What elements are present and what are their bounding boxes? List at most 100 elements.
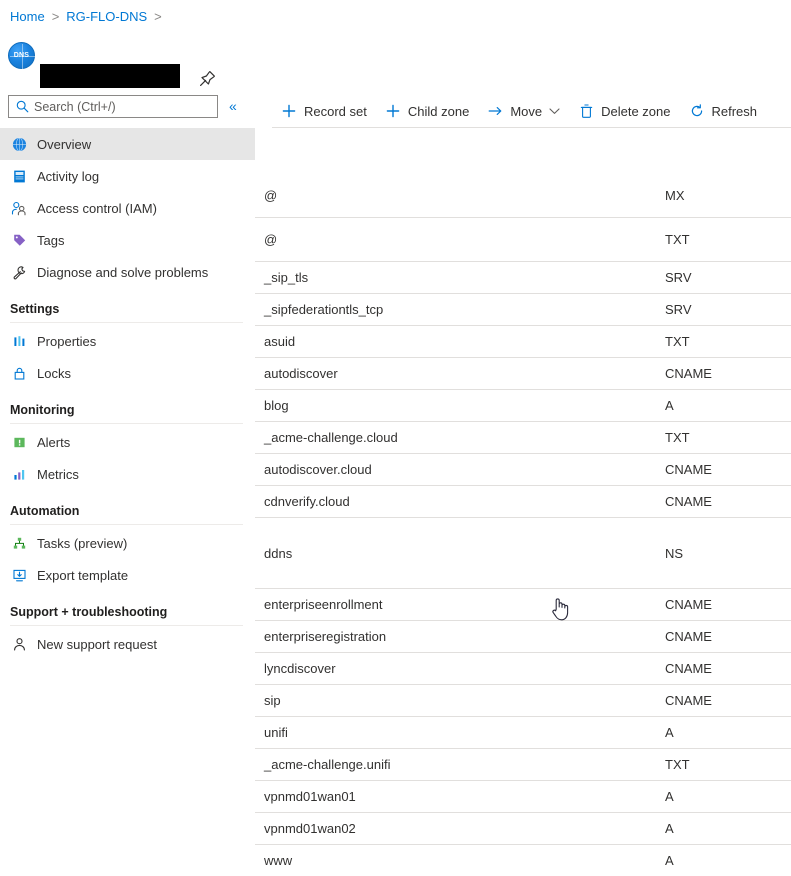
sidebar-section-settings: Settings xyxy=(0,302,255,323)
sidebar-section-title: Automation xyxy=(10,504,80,518)
search-box[interactable] xyxy=(8,95,218,118)
record-type-cell: TXT xyxy=(665,757,690,772)
divider xyxy=(10,423,243,424)
alert-icon xyxy=(10,433,28,451)
record-type-cell: TXT xyxy=(665,232,690,247)
table-row[interactable]: autodiscover.cloud CNAME xyxy=(255,454,791,486)
sidebar-item-label: New support request xyxy=(37,636,157,652)
double-chevron-left-icon[interactable]: « xyxy=(229,97,237,115)
sidebar-item-label: Overview xyxy=(37,136,92,152)
table-row[interactable]: cdnverify.cloud CNAME xyxy=(255,486,791,518)
refresh-icon xyxy=(689,103,705,119)
sidebar-item-label: Alerts xyxy=(37,434,71,450)
dns-record-sets-table: @ MX @ TXT _sip_tls SRV _sipfederationtls_tcp S… xyxy=(255,174,791,876)
sidebar-item-export-template[interactable]: Export template xyxy=(0,559,255,591)
add-child-zone-button[interactable]: Child zone xyxy=(376,96,478,126)
record-name-cell: @ xyxy=(264,232,278,247)
tag-icon xyxy=(10,231,28,249)
sidebar-item-diagnose[interactable]: Diagnose and solve problems xyxy=(0,256,255,288)
toolbar-button-label: Move xyxy=(510,103,543,119)
record-type-cell: TXT xyxy=(665,334,690,349)
record-type-cell: SRV xyxy=(665,270,692,285)
search-icon xyxy=(16,100,29,113)
sidebar-item-label: Locks xyxy=(37,365,71,381)
wrench-icon xyxy=(10,263,28,281)
table-row[interactable]: enterpriseregistration CNAME xyxy=(255,621,791,653)
sidebar-item-label: Activity log xyxy=(37,168,100,184)
sidebar-item-activity-log[interactable]: Activity log xyxy=(0,160,255,192)
breadcrumb-item-home[interactable]: Home xyxy=(10,9,45,24)
sidebar-item-overview[interactable]: Overview xyxy=(0,128,255,160)
sidebar-item-label: Metrics xyxy=(37,466,79,482)
azure-portal-dns-zone-page: Home > RG-FLO-DNS > DNS DNS zone xyxy=(0,0,791,876)
sidebar-item-tasks[interactable]: Tasks (preview) xyxy=(0,527,255,559)
sidebar-item-access-control[interactable]: Access control (IAM) xyxy=(0,192,255,224)
table-row[interactable]: _sip_tls SRV xyxy=(255,262,791,294)
record-name-cell: _sipfederationtls_tcp xyxy=(264,302,384,317)
toolbar-button-label: Child zone xyxy=(407,103,470,119)
record-name-cell: _acme-challenge.unifi xyxy=(264,757,391,772)
activity-log-icon xyxy=(10,167,28,185)
breadcrumb-separator: > xyxy=(154,8,162,24)
table-row[interactable]: vpnmd01wan02 A xyxy=(255,813,791,845)
page-title-redacted xyxy=(40,64,180,88)
table-row[interactable]: blog A xyxy=(255,390,791,422)
dns-globe-icon: DNS xyxy=(8,42,35,69)
record-name-cell: @ xyxy=(264,188,278,203)
breadcrumb-item-resource-group[interactable]: RG-FLO-DNS xyxy=(66,9,147,24)
record-name-cell: unifi xyxy=(264,725,288,740)
table-row[interactable]: @ TXT xyxy=(255,218,791,262)
table-row[interactable]: enterpriseenrollment CNAME xyxy=(255,589,791,621)
record-name-cell: asuid xyxy=(264,334,296,349)
table-row[interactable]: vpnmd01wan01 A xyxy=(255,781,791,813)
record-type-cell: CNAME xyxy=(665,693,712,708)
sidebar-item-label: Export template xyxy=(37,567,129,583)
table-row[interactable]: unifi A xyxy=(255,717,791,749)
record-name-cell: blog xyxy=(264,398,289,413)
chevron-down-icon[interactable] xyxy=(549,107,560,115)
table-row[interactable]: autodiscover CNAME xyxy=(255,358,791,390)
divider xyxy=(10,322,243,323)
properties-icon xyxy=(10,332,28,350)
refresh-button[interactable]: Refresh xyxy=(680,96,767,126)
table-row[interactable]: ddns NS xyxy=(255,518,791,589)
record-type-cell: A xyxy=(665,853,674,868)
sidebar-item-new-support-request[interactable]: New support request xyxy=(0,628,255,660)
sidebar-item-tags[interactable]: Tags xyxy=(0,224,255,256)
record-type-cell: CNAME xyxy=(665,494,712,509)
record-name-cell: enterpriseenrollment xyxy=(264,597,383,612)
record-type-cell: A xyxy=(665,789,674,804)
search-input[interactable] xyxy=(34,99,209,114)
table-row[interactable]: www A xyxy=(255,845,791,876)
record-type-cell: NS xyxy=(665,545,684,561)
pin-icon[interactable] xyxy=(196,68,218,90)
record-name-cell: www xyxy=(264,853,293,868)
table-row[interactable]: sip CNAME xyxy=(255,685,791,717)
record-type-cell: CNAME xyxy=(665,629,712,644)
table-row[interactable]: _sipfederationtls_tcp SRV xyxy=(255,294,791,326)
sidebar-section-monitoring: Monitoring xyxy=(0,403,255,424)
sidebar-item-label: Tasks (preview) xyxy=(37,535,128,551)
trash-icon xyxy=(578,103,594,119)
plus-icon xyxy=(281,103,297,119)
table-row[interactable]: _acme-challenge.unifi TXT xyxy=(255,749,791,781)
delete-zone-button[interactable]: Delete zone xyxy=(569,96,679,126)
add-record-set-button[interactable]: Record set xyxy=(272,96,376,126)
divider xyxy=(10,625,243,626)
toolbar-divider xyxy=(272,127,791,128)
table-row[interactable]: @ MX xyxy=(255,174,791,218)
sidebar-item-alerts[interactable]: Alerts xyxy=(0,426,255,458)
sidebar-section-title: Settings xyxy=(10,302,60,316)
table-row[interactable]: asuid TXT xyxy=(255,326,791,358)
sidebar-item-metrics[interactable]: Metrics xyxy=(0,458,255,490)
breadcrumb: Home > RG-FLO-DNS > xyxy=(10,6,169,26)
record-type-cell: MX xyxy=(665,188,685,203)
sidebar-item-properties[interactable]: Properties xyxy=(0,325,255,357)
record-name-cell: cdnverify.cloud xyxy=(264,494,350,509)
sidebar-item-locks[interactable]: Locks xyxy=(0,357,255,389)
table-row[interactable]: lyncdiscover CNAME xyxy=(255,653,791,685)
record-type-cell: SRV xyxy=(665,302,692,317)
table-row[interactable]: _acme-challenge.cloud TXT xyxy=(255,422,791,454)
sidebar-section-title: Monitoring xyxy=(10,403,75,417)
move-button[interactable]: Move xyxy=(478,96,569,126)
